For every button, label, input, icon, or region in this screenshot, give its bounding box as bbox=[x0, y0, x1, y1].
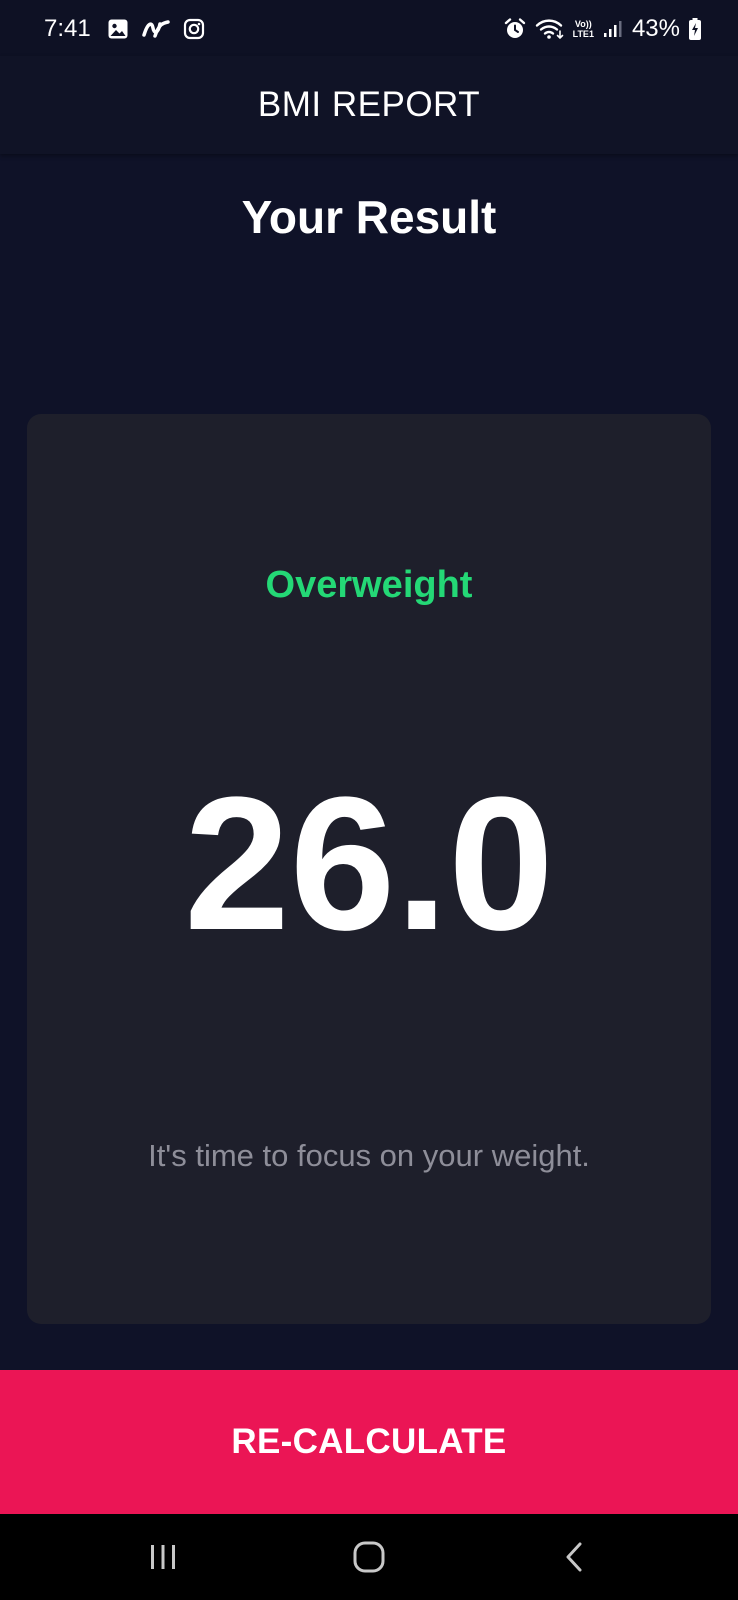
bmi-value: 26.0 bbox=[184, 758, 554, 970]
recents-icon bbox=[151, 1545, 175, 1569]
instagram-icon bbox=[183, 18, 204, 40]
recalculate-button[interactable]: RE-CALCULATE bbox=[0, 1370, 738, 1514]
network-label-bottom: LTE1 bbox=[572, 29, 594, 39]
bmi-category-label: Overweight bbox=[265, 564, 473, 606]
app-notification-icon bbox=[141, 20, 170, 38]
back-button[interactable] bbox=[515, 1514, 635, 1600]
result-card: Overweight 26.0 It's time to focus on yo… bbox=[27, 414, 711, 1324]
status-time: 7:41 bbox=[44, 15, 91, 42]
battery-charging-icon bbox=[689, 18, 701, 40]
status-bar: 7:41 Vo)) LTE1 43% bbox=[0, 0, 738, 56]
signal-icon bbox=[603, 21, 622, 37]
app-bar: BMI REPORT bbox=[0, 56, 738, 154]
wifi-icon bbox=[535, 19, 563, 40]
network-label-top: Vo)) bbox=[574, 19, 592, 29]
battery-percentage: 43% bbox=[631, 15, 680, 42]
home-button[interactable] bbox=[309, 1514, 429, 1600]
home-icon bbox=[353, 1541, 385, 1573]
result-heading: Your Result bbox=[241, 191, 497, 243]
alarm-icon bbox=[504, 18, 525, 38]
volte-icon: Vo)) LTE1 bbox=[573, 19, 594, 39]
gallery-icon bbox=[108, 19, 128, 39]
bmi-advice-text: It's time to focus on your weight. bbox=[148, 1138, 590, 1173]
back-icon bbox=[566, 1542, 582, 1572]
system-nav-bar bbox=[0, 1514, 738, 1600]
app-title: BMI REPORT bbox=[257, 85, 481, 124]
recents-button[interactable] bbox=[103, 1514, 223, 1600]
recalculate-button-label: RE-CALCULATE bbox=[231, 1422, 507, 1461]
